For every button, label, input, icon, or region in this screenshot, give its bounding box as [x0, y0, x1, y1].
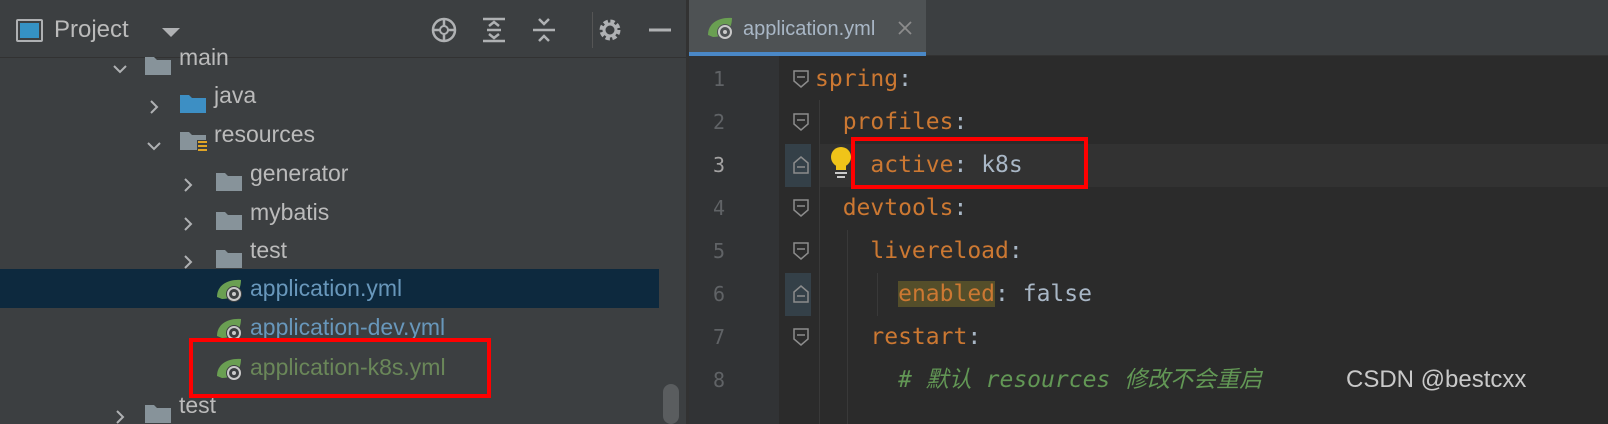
- fold-open-icon[interactable]: [793, 199, 809, 217]
- yaml-separator: :: [898, 66, 912, 92]
- fold-open-icon[interactable]: [793, 242, 809, 260]
- tree-row-main[interactable]: main: [0, 38, 676, 77]
- folder-icon: [216, 241, 242, 268]
- yaml-key: spring: [815, 66, 899, 92]
- chevron-right-icon[interactable]: [112, 398, 128, 424]
- fold-open-icon[interactable]: [793, 113, 809, 131]
- editor-tab-bar: application.yml: [689, 0, 1608, 56]
- close-icon[interactable]: [897, 20, 913, 36]
- chevron-right-icon[interactable]: [180, 243, 196, 269]
- folder-icon: [145, 48, 171, 75]
- yaml-separator: :: [1008, 238, 1023, 264]
- line-number: 7: [712, 325, 726, 349]
- line-number: 6: [712, 282, 726, 306]
- line-number: 2: [712, 110, 726, 134]
- watermark: CSDN @bestcxx: [1346, 366, 1527, 393]
- tree-item-label: generator: [250, 160, 349, 186]
- chevron-down-icon[interactable]: [112, 50, 128, 74]
- folder-icon: [145, 396, 171, 423]
- code-line-8[interactable]: # 默认 resources 修改不会重启: [815, 359, 1262, 402]
- yaml-key: restart: [870, 324, 968, 350]
- editor-panel: application.yml 1 2 3 4 5 6 7 8 spring: …: [689, 0, 1608, 424]
- fold-column: [779, 56, 819, 424]
- spring-yml-icon: [705, 15, 735, 41]
- source-folder-icon: [180, 86, 206, 113]
- yaml-key: devtools: [842, 195, 954, 221]
- yaml-value: false: [1008, 281, 1092, 307]
- tree-item-label: mybatis: [250, 199, 330, 225]
- tab-label: application.yml: [743, 18, 876, 40]
- yaml-comment: # 默认 resources 修改不会重启: [898, 367, 1263, 393]
- code-line-1[interactable]: spring:: [815, 58, 912, 101]
- project-panel: Project main java resources generator my…: [0, 0, 686, 424]
- chevron-down-icon[interactable]: [146, 127, 162, 151]
- code-line-4[interactable]: devtools:: [815, 187, 968, 230]
- code-line-7[interactable]: restart:: [815, 316, 981, 359]
- yaml-separator: :: [995, 281, 1009, 307]
- fold-open-icon[interactable]: [793, 70, 809, 88]
- chevron-right-icon[interactable]: [180, 205, 196, 231]
- resources-folder-icon: [180, 125, 208, 152]
- folder-icon: [216, 164, 242, 191]
- yaml-separator: :: [967, 324, 982, 350]
- code-line-6[interactable]: enabled: false: [815, 273, 1092, 316]
- folder-icon: [216, 203, 242, 230]
- fold-open-icon[interactable]: [793, 328, 809, 346]
- yaml-separator: :: [953, 195, 968, 221]
- line-number: 8: [712, 368, 726, 392]
- yaml-key: profiles: [842, 109, 954, 135]
- code-line-5[interactable]: livereload:: [815, 230, 1023, 273]
- tab-application-yml[interactable]: application.yml: [689, 0, 926, 56]
- spring-yml-icon: [214, 276, 244, 302]
- tree-row-mybatis[interactable]: mybatis: [0, 193, 676, 232]
- tree-row-java[interactable]: java: [0, 76, 676, 115]
- tree-row-application-yml[interactable]: application.yml: [0, 269, 659, 308]
- chevron-right-icon[interactable]: [180, 166, 196, 192]
- vertical-scrollbar[interactable]: [663, 384, 679, 424]
- tree-item-label: java: [214, 82, 257, 108]
- fold-end-icon[interactable]: [793, 285, 809, 303]
- tree-row-resources[interactable]: resources: [0, 115, 676, 154]
- chevron-right-icon[interactable]: [146, 88, 162, 114]
- annotation-box-active-profile: [851, 137, 1088, 189]
- chevron-down-icon[interactable]: [162, 28, 180, 37]
- line-number-current: 3: [712, 153, 726, 177]
- tree-item-label: test: [250, 237, 288, 263]
- yaml-separator: :: [953, 109, 968, 135]
- line-number: 4: [712, 196, 726, 220]
- yaml-key: livereload: [870, 238, 1009, 264]
- tree-row-generator[interactable]: generator: [0, 154, 676, 193]
- tree-item-label: application.yml: [250, 275, 403, 301]
- line-number: 5: [712, 239, 726, 263]
- line-number: 1: [712, 67, 726, 91]
- fold-end-icon[interactable]: [793, 156, 809, 174]
- tree-item-label: main: [179, 44, 229, 70]
- yaml-key-highlighted: enabled: [898, 281, 996, 307]
- tree-item-label: resources: [214, 121, 315, 147]
- lightbulb-icon[interactable]: [829, 146, 853, 180]
- annotation-box-k8s-file: [189, 338, 491, 398]
- line-number-gutter[interactable]: 1 2 3 4 5 6 7 8: [689, 56, 779, 424]
- tree-row-test[interactable]: test: [0, 231, 676, 270]
